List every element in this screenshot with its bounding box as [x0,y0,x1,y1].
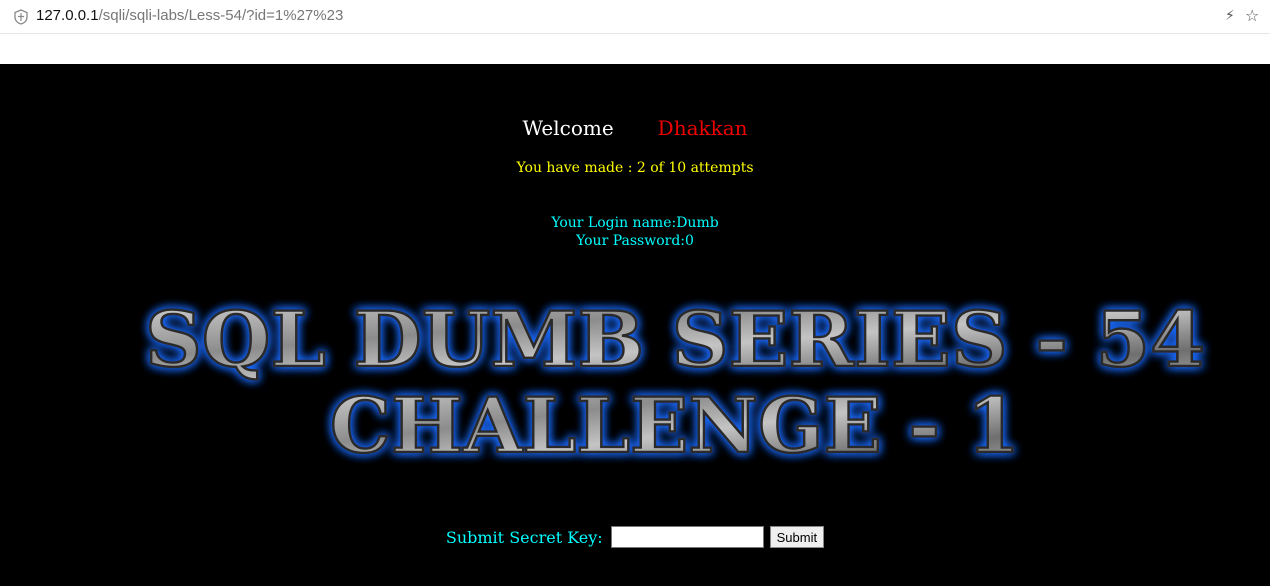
user-name: Dhakkan [657,116,748,140]
page-content: Welcome Dhakkan You have made : 2 of 10 a… [0,64,1270,586]
login-info: Your Login name:Dumb Your Password:0 [0,214,1270,250]
bolt-icon[interactable]: ⚡ [1225,8,1235,24]
title-banner: SQL DUMB SERIES - 54 CHALLENGE - 1 [130,284,1220,474]
secret-key-label: Submit Secret Key: [445,527,603,547]
banner-line-2: CHALLENGE - 1 [330,381,1020,470]
banner-graphic: SQL DUMB SERIES - 54 CHALLENGE - 1 [144,294,1207,472]
submit-button[interactable]: Submit [769,526,825,548]
welcome-row: Welcome Dhakkan [0,116,1270,140]
attempts-text: You have made : 2 of 10 attempts [516,160,754,176]
url-field[interactable]: 127.0.0.1/sqli/sqli-labs/Less-54/?id=1%2… [36,7,343,24]
browser-toolbar-strip [0,34,1270,64]
browser-address-bar: 127.0.0.1/sqli/sqli-labs/Less-54/?id=1%2… [0,0,1270,34]
star-icon[interactable]: ☆ [1245,6,1259,25]
secret-key-form: Submit Secret Key: Submit [0,526,1270,548]
welcome-text: Welcome [522,116,614,140]
secret-key-input[interactable] [610,526,764,548]
banner-line-1: SQL DUMB SERIES - 54 [145,295,1205,384]
url-path: /sqli/sqli-labs/Less-54/?id=1%27%23 [98,7,344,24]
login-name: Your Login name:Dumb [551,215,719,231]
shield-icon[interactable] [13,9,29,25]
url-host: 127.0.0.1 [36,7,99,24]
login-password: Your Password:0 [576,233,694,249]
